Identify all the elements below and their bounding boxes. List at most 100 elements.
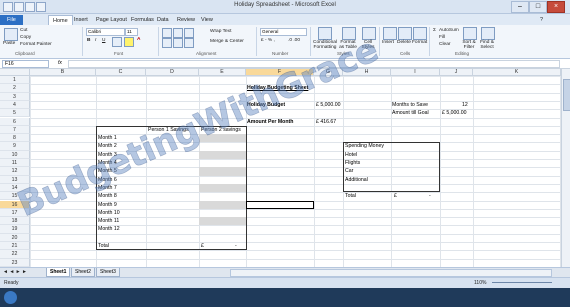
help-icon[interactable]: ? (540, 15, 543, 25)
align-left-icon[interactable] (162, 38, 172, 48)
spending-item[interactable]: Hotel (345, 151, 357, 159)
font-color-icon[interactable]: A (137, 37, 140, 42)
clear-button[interactable]: Clear (439, 42, 450, 47)
spending-item[interactable]: Car (345, 167, 353, 175)
column-header[interactable]: J (440, 69, 473, 76)
tab-view[interactable]: View (201, 15, 213, 25)
holiday-budget-value[interactable]: £ 5,000.00 (316, 101, 341, 109)
spending-total-value[interactable]: - (429, 192, 431, 200)
month-label[interactable]: Month 10 (98, 209, 120, 217)
align-bottom-icon[interactable] (184, 28, 194, 38)
merge-center-button[interactable]: Merge & Center (210, 39, 244, 44)
column-header[interactable]: B (30, 69, 96, 76)
zoom-slider[interactable] (492, 282, 552, 283)
tab-insert[interactable]: Insert (74, 15, 88, 25)
row-header[interactable]: 19 (0, 225, 30, 234)
fill-color-icon[interactable] (124, 37, 134, 47)
savings-total-label[interactable]: Total (98, 242, 109, 250)
sheet-tab[interactable]: Sheet2 (71, 268, 95, 277)
months-to-save-label[interactable]: Months to Save (392, 101, 428, 109)
row-header[interactable]: 4 (0, 100, 30, 110)
column-header[interactable]: E (199, 69, 246, 76)
scroll-thumb[interactable] (563, 79, 570, 111)
format-cells-button[interactable]: Format (412, 40, 427, 45)
delete-cells-icon[interactable] (398, 27, 412, 40)
row-header[interactable]: 3 (0, 92, 30, 101)
tab-data[interactable]: Data (157, 15, 169, 25)
close-icon[interactable]: × (547, 1, 565, 13)
row-header[interactable]: 21 (0, 242, 30, 251)
spending-header[interactable]: Spending Money (345, 142, 384, 150)
number-format-select[interactable]: General (260, 28, 307, 36)
sheet-tab-active[interactable]: Sheet1 (46, 268, 71, 277)
format-cells-icon[interactable] (413, 27, 427, 40)
month-label[interactable]: Month 12 (98, 225, 120, 233)
start-icon[interactable] (4, 291, 17, 304)
fx-icon[interactable]: fx (58, 60, 62, 66)
row-header[interactable]: 23 (0, 258, 30, 267)
month-label[interactable]: Month 11 (98, 217, 119, 225)
borders-icon[interactable] (112, 37, 122, 47)
conditional-formatting-icon[interactable] (318, 27, 332, 40)
row-header[interactable]: 10 (0, 150, 30, 159)
column-header[interactable]: I (391, 69, 440, 76)
sheet-tab[interactable]: Sheet3 (96, 268, 120, 277)
amount-per-month-value[interactable]: £ 416.67 (316, 118, 336, 126)
tab-file[interactable]: File (0, 15, 23, 25)
spending-item[interactable]: Flights (345, 159, 360, 167)
row-header[interactable]: 9 (0, 142, 30, 151)
savings-total-currency[interactable]: £ (201, 242, 204, 250)
bold-button[interactable]: B (87, 38, 90, 43)
row-header[interactable]: 2 (0, 84, 30, 93)
insert-cells-button[interactable]: Insert (382, 40, 394, 45)
zoom-level[interactable]: 110% (474, 280, 486, 286)
align-middle-icon[interactable] (173, 28, 183, 38)
month-label[interactable]: Month 9 (98, 201, 117, 209)
row-header[interactable]: 7 (0, 125, 30, 135)
align-center-icon[interactable] (173, 38, 183, 48)
autosum-button[interactable]: AutoSum (439, 28, 459, 33)
tab-formulas[interactable]: Formulas (131, 15, 154, 25)
month-label[interactable]: Month 1 (98, 134, 117, 142)
row-header[interactable]: 11 (0, 159, 30, 168)
fill-button[interactable]: Fill (439, 35, 445, 40)
savings-total-value[interactable]: - (235, 242, 237, 250)
sheet-nav-icon[interactable]: ◄ ◄ ► ► (3, 269, 27, 275)
copy-button[interactable]: Copy (20, 35, 31, 40)
paste-icon[interactable] (4, 28, 18, 41)
font-name-select[interactable]: Calibri (86, 28, 125, 36)
currency-icon[interactable]: £ - % , (261, 38, 275, 43)
select-all-corner[interactable] (0, 69, 30, 76)
sort-filter-button[interactable]: Sort & Filter (460, 40, 478, 50)
find-select-icon[interactable] (481, 27, 495, 40)
underline-button[interactable]: U (102, 38, 105, 43)
column-header[interactable]: C (96, 69, 146, 76)
months-to-save-value[interactable]: 12 (462, 101, 468, 109)
name-box[interactable]: F16 (2, 60, 49, 68)
selected-cell[interactable] (246, 200, 314, 209)
amount-till-goal-label[interactable]: Amount till Goal (392, 109, 429, 117)
row-header[interactable]: 12 (0, 167, 30, 176)
month-label[interactable]: Month 8 (98, 192, 117, 200)
font-size-select[interactable]: 11 (125, 28, 138, 36)
minimize-icon[interactable]: – (511, 1, 529, 13)
wrap-text-button[interactable]: Wrap Text (210, 29, 231, 34)
tab-review[interactable]: Review (177, 15, 195, 25)
row-header[interactable]: 6 (0, 117, 30, 126)
spending-total-label[interactable]: Total (345, 192, 356, 200)
column-header[interactable]: D (146, 69, 199, 76)
row-header[interactable]: 1 (0, 76, 30, 85)
format-painter-button[interactable]: Format Painter (20, 42, 52, 47)
tab-page-layout[interactable]: Page Layout (96, 15, 127, 25)
sort-filter-icon[interactable] (463, 27, 477, 40)
insert-cells-icon[interactable] (383, 27, 397, 40)
align-top-icon[interactable] (162, 28, 172, 38)
row-header[interactable]: 22 (0, 250, 30, 259)
column-header[interactable]: K (473, 69, 561, 76)
horizontal-scrollbar[interactable] (230, 269, 552, 277)
italic-button[interactable]: I (95, 38, 96, 43)
row-header[interactable]: 20 (0, 233, 30, 242)
delete-cells-button[interactable]: Delete (397, 40, 411, 45)
amount-till-goal-value[interactable]: £ 5,000.00 (442, 109, 467, 117)
vertical-scrollbar[interactable] (561, 69, 570, 267)
